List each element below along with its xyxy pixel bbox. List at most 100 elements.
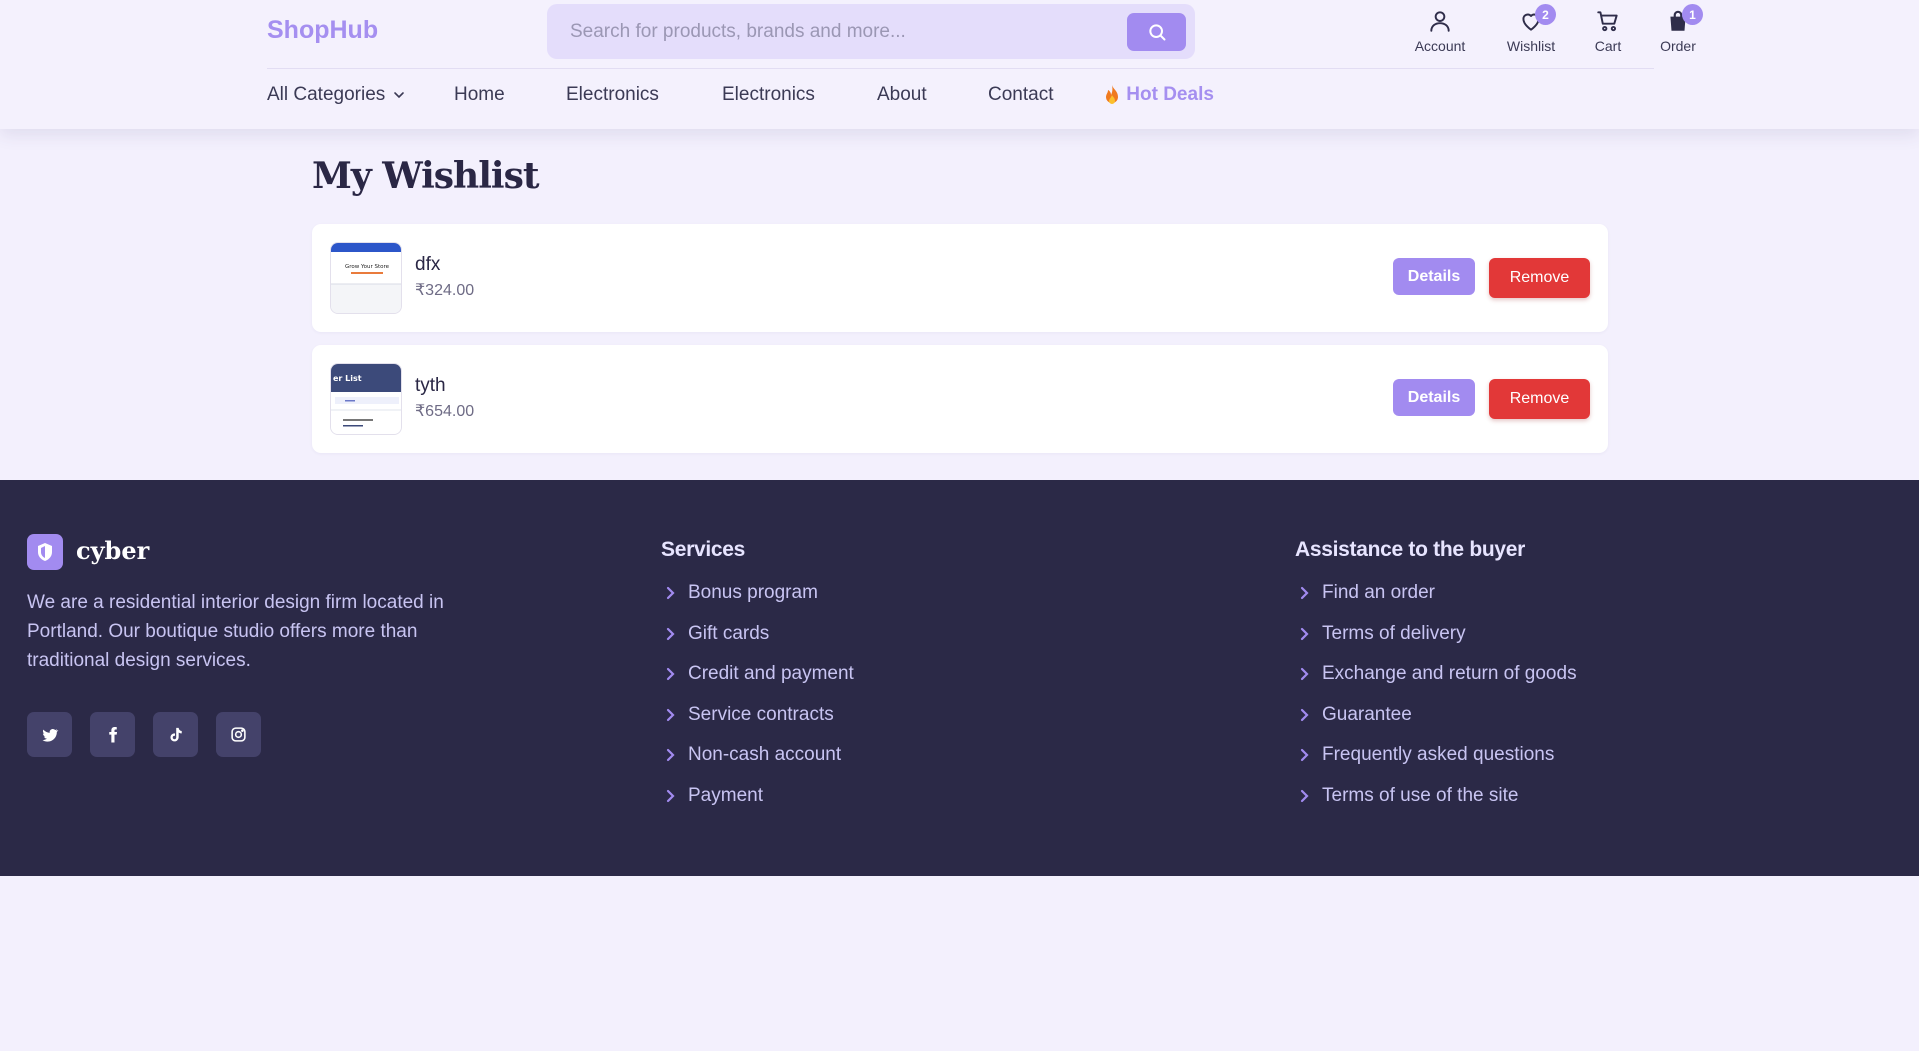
tiktok-icon [170,727,182,741]
footer-link[interactable]: Find an order [1295,582,1577,623]
footer-link-label: Find an order [1322,582,1436,603]
remove-button[interactable]: Remove [1489,379,1590,419]
order-button[interactable]: 1 Order [1638,4,1718,54]
nav-hot-deals-label: Hot Deals [1126,84,1214,106]
shield-icon [27,534,63,570]
nav-electronics-2[interactable]: Electronics [722,84,815,106]
footer-link-label: Terms of use of the site [1322,784,1519,806]
footer-link-label: Bonus program [688,582,818,603]
chevron-right-icon [666,627,675,640]
footer-link-label: Credit and payment [688,663,854,684]
logo[interactable]: ShopHub [267,16,378,45]
twitter-button[interactable] [27,712,72,757]
wishlist-label: Wishlist [1506,38,1556,54]
item-name: tyth [415,375,446,396]
footer-link[interactable]: Exchange and return of goods [1295,663,1577,704]
site-header: ShopHub Account 2 Wishlist Cart [0,0,1919,129]
chevron-right-icon [666,748,675,762]
order-badge: 1 [1682,4,1703,25]
footer-link-label: Frequently asked questions [1322,744,1555,765]
services-column: Services Bonus program Gift cards Credit… [661,538,854,825]
instagram-button[interactable] [216,712,261,757]
wishlist-item: Grow Your Store dfx ₹324.00 Details Remo… [312,224,1608,332]
footer-link-label: Guarantee [1322,703,1412,725]
user-icon [1430,11,1450,32]
tiktok-button[interactable] [153,712,198,757]
footer-link-label: Gift cards [688,622,770,644]
nav-all-categories[interactable]: All Categories [267,84,407,106]
item-name: dfx [415,254,441,275]
footer-link[interactable]: Non-cash account [661,744,854,785]
account-label: Account [1414,38,1466,54]
details-button[interactable]: Details [1393,379,1475,416]
chevron-right-icon [1300,586,1309,600]
fire-icon [1106,85,1118,104]
wishlist-badge: 2 [1535,4,1556,25]
chevron-right-icon [1300,708,1309,721]
footer-link-label: Non-cash account [688,744,842,765]
nav-home[interactable]: Home [454,84,505,106]
cart-icon [1597,11,1618,32]
footer-link[interactable]: Guarantee [1295,704,1577,745]
chevron-right-icon [1300,627,1309,640]
search-bar [547,4,1195,59]
details-button[interactable]: Details [1393,258,1475,295]
chevron-right-icon [1300,748,1309,762]
account-button[interactable]: Account [1400,4,1480,54]
search-input[interactable] [547,4,1127,59]
footer-link[interactable]: Frequently asked questions [1295,744,1577,785]
services-title: Services [661,538,746,561]
footer-link[interactable]: Terms of use of the site [1295,785,1577,826]
nav-hot-deals[interactable]: Hot Deals [1103,84,1214,106]
header-inner: ShopHub Account 2 Wishlist Cart [267,0,1703,129]
chevron-right-icon [1300,789,1309,802]
footer-link[interactable]: Bonus program [661,582,854,623]
nav-about[interactable]: About [877,84,927,106]
wishlist-button[interactable]: 2 Wishlist [1491,4,1571,54]
chevron-down-icon [393,92,404,99]
thumbnail-caption: er List [333,374,362,383]
services-list: Bonus program Gift cards Credit and paym… [661,582,854,825]
footer-link[interactable]: Gift cards [661,623,854,664]
chevron-right-icon [666,586,675,600]
thumbnail-caption: Grow Your Store [345,264,390,270]
facebook-button[interactable] [90,712,135,757]
search-icon [1148,24,1165,41]
item-price: ₹324.00 [415,282,475,299]
product-thumbnail[interactable]: Grow Your Store [330,242,402,314]
remove-button[interactable]: Remove [1489,258,1590,298]
twitter-icon [42,728,58,742]
search-button[interactable] [1127,13,1186,51]
page-title: My Wishlist [312,155,539,197]
header-divider [267,68,1654,69]
footer-link[interactable]: Terms of delivery [1295,623,1577,664]
chevron-right-icon [1300,667,1309,681]
footer-link[interactable]: Service contracts [661,704,854,745]
footer-link-label: Exchange and return of goods [1322,663,1577,684]
thumbnail-image: er List [331,364,401,434]
nav-electronics[interactable]: Electronics [566,84,659,106]
footer-brand-name: cyber [76,536,150,565]
footer-link[interactable]: Credit and payment [661,663,854,704]
chevron-right-icon [666,667,675,681]
item-price: ₹654.00 [415,403,475,420]
instagram-icon [231,727,246,742]
order-label: Order [1660,38,1696,54]
footer-link[interactable]: Payment [661,785,854,826]
assistance-title: Assistance to the buyer [1295,538,1526,561]
footer-link-label: Terms of delivery [1322,622,1466,644]
facebook-icon [108,726,117,742]
assistance-column: Assistance to the buyer Find an order Te… [1295,538,1577,825]
assistance-list: Find an order Terms of delivery Exchange… [1295,582,1577,825]
site-footer: cyber We are a residential interior desi… [0,480,1919,876]
wishlist-item: er List tyth ₹654.00 Details Remove [312,345,1608,453]
footer-link-label: Payment [688,784,763,806]
nav-all-categories-label: All Categories [267,84,386,105]
nav-contact[interactable]: Contact [988,84,1053,106]
chevron-right-icon [666,789,675,802]
footer-description: We are a residential interior design fir… [27,592,444,671]
footer-link-label: Service contracts [688,703,834,725]
product-thumbnail[interactable]: er List [330,363,402,435]
thumbnail-image: Grow Your Store [331,243,401,313]
cart-button[interactable]: Cart [1568,4,1648,54]
